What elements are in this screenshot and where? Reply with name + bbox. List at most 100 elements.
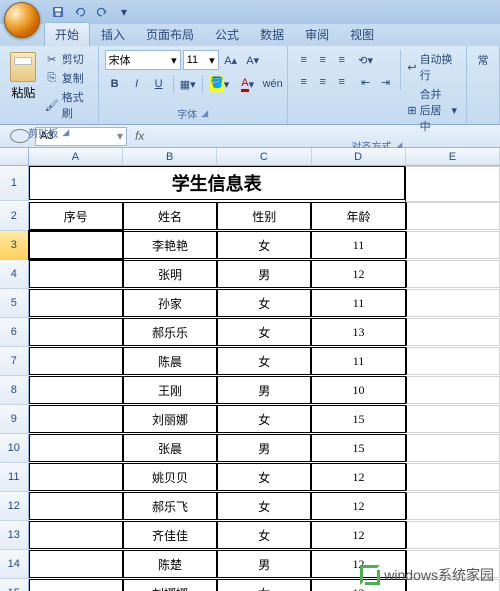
font-color-button[interactable]: A▾ [235,74,261,94]
cell[interactable]: 11 [311,231,405,259]
cell[interactable]: 13 [311,318,405,346]
row-header[interactable]: 7 [0,347,29,376]
cell[interactable] [29,521,123,549]
cell[interactable]: 女 [217,463,311,491]
cell[interactable]: 王刚 [123,376,217,404]
row-header[interactable]: 1 [0,166,29,201]
cell[interactable] [29,579,123,591]
row-header[interactable]: 2 [0,202,29,231]
cell[interactable]: 女 [217,521,311,549]
row-header[interactable]: 4 [0,260,29,289]
cell[interactable]: 12 [311,492,405,520]
cell[interactable] [406,492,500,520]
office-button[interactable] [4,2,40,38]
cell[interactable] [29,405,123,433]
row-header[interactable]: 13 [0,521,29,550]
cell[interactable] [29,260,123,288]
cell[interactable]: 10 [311,376,405,404]
orientation-button[interactable]: ⟲▾ [356,50,376,70]
cell[interactable]: 张晨 [123,434,217,462]
cell[interactable]: 郝乐飞 [123,492,217,520]
align-bottom-button[interactable]: ≡ [332,50,352,70]
cell[interactable]: 姚贝贝 [123,463,217,491]
cell[interactable] [406,376,500,404]
cell[interactable] [29,492,123,520]
cell[interactable]: 郝乐乐 [123,318,217,346]
cell[interactable]: 女 [217,405,311,433]
border-button[interactable]: ▦▾ [178,74,198,94]
cell[interactable] [29,347,123,375]
header-cell[interactable]: 序号 [29,202,123,230]
header-cell[interactable]: 姓名 [123,202,217,230]
row-header[interactable]: 3 [0,231,29,260]
cell[interactable] [29,231,123,259]
row-header[interactable]: 9 [0,405,29,434]
fx-icon[interactable]: fx [129,129,150,143]
clipboard-launcher-icon[interactable]: ◢ [62,127,69,138]
cell[interactable]: 陈晨 [123,347,217,375]
header-cell[interactable]: 性别 [217,202,311,230]
cell[interactable]: 刘丽娜 [123,405,217,433]
header-cell[interactable]: 年龄 [311,202,405,230]
cell[interactable]: 张明 [123,260,217,288]
bold-button[interactable]: B [105,74,125,94]
row-header[interactable]: 5 [0,289,29,318]
shrink-font-button[interactable]: A▾ [243,50,263,70]
cell[interactable]: 11 [311,289,405,317]
cell[interactable] [406,318,500,346]
cell[interactable] [29,463,123,491]
select-all-corner[interactable] [0,148,29,166]
col-header-b[interactable]: B [123,148,217,166]
qat-more-icon[interactable]: ▾ [114,2,134,22]
align-middle-button[interactable]: ≡ [313,50,333,70]
cell[interactable]: 15 [311,405,405,433]
cell[interactable]: 女 [217,289,311,317]
cell[interactable] [406,405,500,433]
cell[interactable]: 女 [217,579,311,591]
cell[interactable] [29,318,123,346]
increase-indent-button[interactable]: ⇥ [376,72,396,92]
spreadsheet-grid[interactable]: A B C D E 1 学生信息表 2 序号 姓名 性别 年龄 3李艳艳女114… [0,148,500,591]
cell[interactable] [29,434,123,462]
cell[interactable]: 男 [217,550,311,578]
decrease-indent-button[interactable]: ⇤ [356,72,376,92]
align-center-button[interactable]: ≡ [313,72,333,92]
wrap-text-button[interactable]: ↩自动换行 [404,50,460,84]
tab-review[interactable]: 审阅 [295,23,339,46]
cell[interactable] [29,289,123,317]
cell[interactable] [406,202,500,230]
cell[interactable]: 11 [311,347,405,375]
cell[interactable] [405,166,500,202]
cell[interactable] [29,376,123,404]
font-launcher-icon[interactable]: ◢ [201,108,208,119]
tab-layout[interactable]: 页面布局 [136,23,204,46]
cell[interactable] [406,434,500,462]
align-top-button[interactable]: ≡ [294,50,314,70]
cell[interactable]: 12 [311,463,405,491]
fill-color-button[interactable]: 🪣▾ [207,74,233,94]
tab-home[interactable]: 开始 [44,22,90,46]
cell[interactable]: 女 [217,231,311,259]
save-icon[interactable] [48,2,68,22]
redo-icon[interactable] [92,2,112,22]
align-left-button[interactable]: ≡ [294,72,314,92]
font-name-combo[interactable]: 宋体▾ [105,50,181,70]
tab-view[interactable]: 视图 [340,23,384,46]
cell[interactable]: 男 [217,376,311,404]
cell[interactable]: 15 [311,434,405,462]
cell[interactable] [406,347,500,375]
row-header[interactable]: 8 [0,376,29,405]
undo-icon[interactable] [70,2,90,22]
cell[interactable] [406,521,500,549]
cell[interactable] [406,289,500,317]
align-right-button[interactable]: ≡ [332,72,352,92]
col-header-e[interactable]: E [406,148,500,166]
format-overflow[interactable]: 常 [473,50,493,70]
cell[interactable]: 男 [217,260,311,288]
col-header-c[interactable]: C [217,148,311,166]
row-header[interactable]: 6 [0,318,29,347]
cell[interactable]: 女 [217,318,311,346]
grow-font-button[interactable]: A▴ [221,50,241,70]
cell[interactable]: 男 [217,434,311,462]
row-header[interactable]: 10 [0,434,29,463]
